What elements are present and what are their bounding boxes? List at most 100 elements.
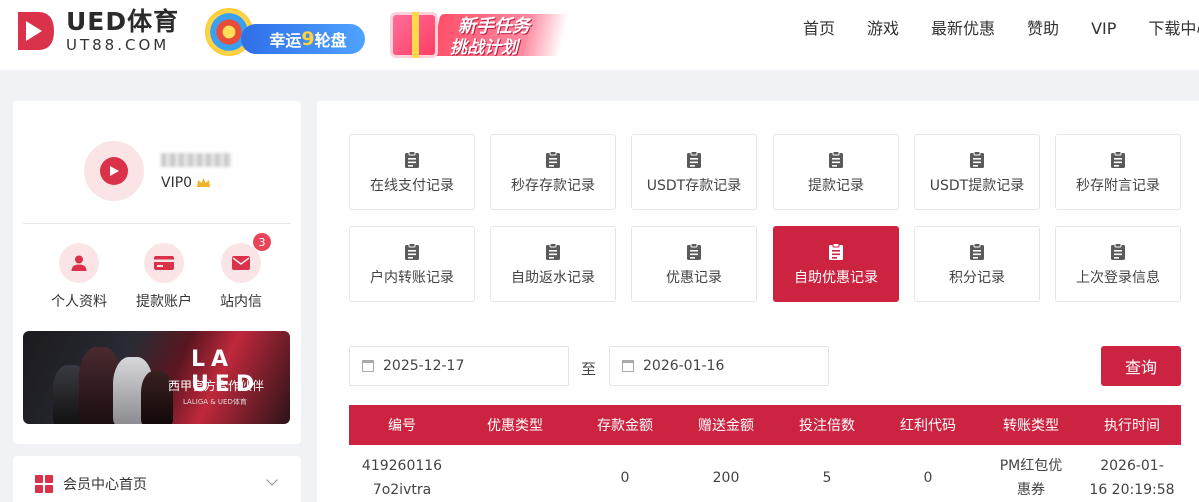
clipboard-icon — [970, 243, 984, 260]
quick-link-profile[interactable]: 个人资料 — [39, 243, 119, 311]
nav-download[interactable]: 下载中心 — [1148, 18, 1199, 40]
cell-transfer-line1: PM红包优 — [999, 458, 1063, 474]
table-header-row: 编号 优惠类型 存款金额 赠送金额 投注倍数 红利代码 转账类型 执行时间 — [349, 405, 1181, 445]
quick-link-inbox[interactable]: 3 站内信 — [201, 233, 281, 311]
record-tile-label: 优惠记录 — [666, 270, 722, 286]
clipboard-icon — [687, 243, 701, 260]
record-tile-label: 户内转账记录 — [370, 270, 454, 286]
menu-item-member-home[interactable]: 会员中心首页 — [35, 474, 147, 494]
column-header: 编号 — [349, 405, 455, 445]
nav-games[interactable]: 游戏 — [867, 18, 899, 40]
laliga-partner-banner[interactable]: LA UED 西甲官方合作伙伴 LALIGA & UED体育 — [23, 331, 290, 424]
query-button[interactable]: 查询 — [1101, 346, 1181, 386]
cell-id: 419260116 7o2ivtra — [349, 445, 455, 502]
main-nav: 首页 游戏 最新优惠 赞助 VIP 下载中心 — [803, 18, 1199, 40]
clipboard-icon — [546, 243, 560, 260]
record-tile[interactable]: 秒存附言记录 — [1055, 134, 1181, 210]
clipboard-icon — [829, 151, 843, 168]
column-header: 红利代码 — [877, 405, 979, 445]
end-date-value: 2026-01-16 — [643, 358, 725, 374]
chevron-down-icon[interactable] — [266, 474, 278, 486]
card-icon — [154, 256, 174, 270]
nav-sponsorship[interactable]: 赞助 — [1027, 18, 1059, 40]
nav-vip[interactable]: VIP — [1091, 18, 1116, 40]
lucky-wheel-promo[interactable]: 幸运 9 轮盘 — [205, 6, 365, 58]
brand-domain: UT88.COM — [66, 36, 170, 54]
record-tile[interactable]: 积分记录 — [914, 226, 1040, 302]
record-tile-label: 积分记录 — [949, 270, 1005, 286]
gift-box-icon — [390, 12, 438, 58]
avatar[interactable] — [84, 141, 144, 201]
cell-promo-type — [455, 445, 575, 502]
clipboard-icon — [546, 151, 560, 168]
quick-link-label: 提款账户 — [136, 294, 192, 310]
records-table: 编号 优惠类型 存款金额 赠送金额 投注倍数 红利代码 转账类型 执行时间 41… — [349, 405, 1181, 502]
vip-level: VIP0 — [161, 175, 211, 191]
record-tile-label: 提款记录 — [808, 178, 864, 194]
nav-promotions[interactable]: 最新优惠 — [931, 18, 995, 40]
end-date-input[interactable]: 2026-01-16 — [609, 346, 829, 386]
newbie-promo-line2: 挑战计划 — [450, 38, 518, 58]
cell-multiplier: 5 — [822, 470, 832, 486]
cell-transfer-line2: 惠券 — [1017, 482, 1045, 498]
record-tile[interactable]: 户内转账记录 — [349, 226, 475, 302]
record-tile[interactable]: 自助返水记录 — [490, 226, 616, 302]
record-tile[interactable]: USDT存款记录 — [631, 134, 757, 210]
record-tile-label: USDT存款记录 — [646, 178, 742, 194]
unread-badge: 3 — [253, 233, 271, 251]
record-tile-label: 秒存附言记录 — [1076, 178, 1160, 194]
record-tile-label: 自助返水记录 — [511, 270, 595, 286]
menu-item-label: 会员中心首页 — [63, 477, 147, 493]
record-tile-label: 自助优惠记录 — [794, 270, 878, 286]
brand-play-icon — [110, 166, 119, 176]
date-separator: 至 — [581, 360, 597, 378]
record-tile-label: 在线支付记录 — [370, 178, 454, 194]
wheel-promo-prefix: 幸运 — [269, 31, 302, 50]
brand-logo[interactable]: UED体育 UT88.COM — [12, 8, 179, 54]
clipboard-icon — [970, 151, 984, 168]
newbie-task-promo[interactable]: 新手任务 挑战计划 — [388, 2, 569, 64]
nav-home[interactable]: 首页 — [803, 18, 835, 40]
clipboard-icon — [1111, 151, 1125, 168]
partner-small-text: LALIGA & UED体育 — [183, 398, 247, 406]
record-tile[interactable]: 上次登录信息 — [1055, 226, 1181, 302]
calendar-icon — [362, 360, 374, 372]
grid-icon — [35, 475, 53, 493]
cell-bonus: 200 — [712, 470, 740, 486]
member-menu: 会员中心首页 — [13, 456, 301, 502]
clipboard-icon — [829, 243, 843, 260]
record-tile[interactable]: 自助优惠记录 — [773, 226, 899, 302]
column-header: 转账类型 — [979, 405, 1083, 445]
record-tile[interactable]: 提款记录 — [773, 134, 899, 210]
cell-id-line2: 7o2ivtra — [372, 482, 432, 498]
clipboard-icon — [1111, 243, 1125, 260]
record-tile-label: 秒存存款记录 — [511, 178, 595, 194]
calendar-icon — [622, 360, 634, 372]
record-tile-label: USDT提款记录 — [929, 178, 1025, 194]
record-tile[interactable]: 秒存存款记录 — [490, 134, 616, 210]
column-header: 优惠类型 — [455, 405, 575, 445]
record-tile[interactable]: 优惠记录 — [631, 226, 757, 302]
mail-icon — [232, 256, 250, 270]
clipboard-icon — [405, 243, 419, 260]
start-date-input[interactable]: 2025-12-17 — [349, 346, 569, 386]
brand-logo-icon — [18, 12, 54, 50]
table-row: 419260116 7o2ivtra 0 200 5 0 PM红包优 惠券 2026… — [349, 445, 1181, 502]
record-tile[interactable]: 在线支付记录 — [349, 134, 475, 210]
partner-caption: 西甲官方合作伙伴 — [168, 379, 265, 393]
brand-name: UED体育 — [66, 7, 180, 36]
quick-link-withdraw-account[interactable]: 提款账户 — [124, 243, 204, 311]
cell-transfer-type: PM红包优惠券 — [979, 445, 1083, 502]
profile-card: VIP0 个人资料 提款账户 3 站内信 LA UED 西甲官方合作伙伴 LAL… — [13, 101, 301, 444]
cell-time: 2026-01- 16 20:19:58 — [1083, 445, 1181, 502]
column-header: 投注倍数 — [777, 405, 877, 445]
record-tile[interactable]: USDT提款记录 — [914, 134, 1040, 210]
cell-time-line2: 16 20:19:58 — [1089, 482, 1175, 498]
wheel-promo-number: 9 — [301, 28, 315, 50]
cell-code: 0 — [923, 470, 933, 486]
record-tile-label: 上次登录信息 — [1076, 270, 1160, 286]
username-blurred — [161, 153, 231, 167]
cell-id-line1: 419260116 — [361, 458, 443, 474]
quick-link-label: 个人资料 — [51, 294, 107, 310]
crown-icon — [197, 178, 211, 187]
